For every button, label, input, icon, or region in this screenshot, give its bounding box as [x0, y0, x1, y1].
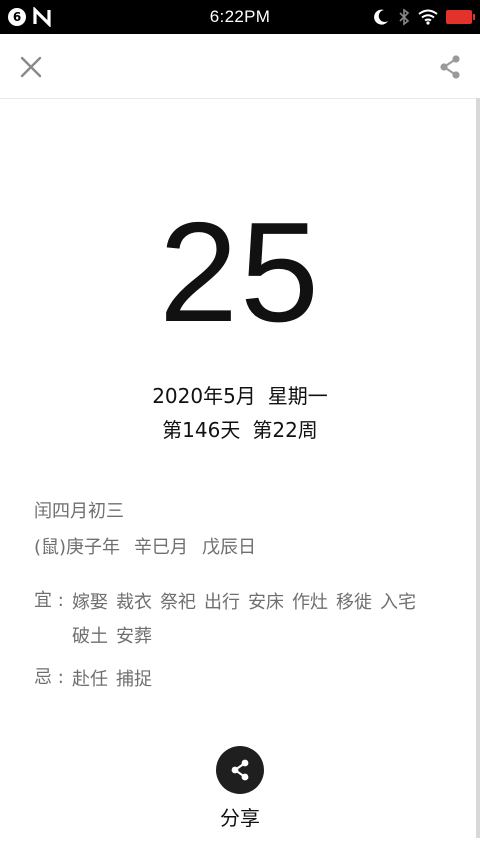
bluetooth-icon — [399, 8, 410, 26]
day-of-year: 第146天 — [162, 418, 241, 442]
ganzhi-line: (鼠)庚子年 辛巳月 戊辰日 — [34, 533, 256, 559]
inauspicious-item: 赴任 — [72, 669, 108, 690]
share-label[interactable]: 分享 — [0, 802, 480, 831]
auspicious-item: 嫁娶 — [72, 592, 108, 613]
share-icon — [231, 759, 249, 781]
auspicious-item: 祭祀 — [160, 592, 196, 613]
weekday: 星期一 — [267, 384, 328, 408]
status-right — [372, 8, 475, 26]
ganzhi-month: 辛巳月 — [134, 537, 189, 558]
ganzhi-day: 戊辰日 — [202, 537, 257, 558]
auspicious-item: 安床 — [248, 592, 284, 613]
share-button[interactable] — [216, 746, 264, 794]
date-line-primary: 2020年5月 星期一 — [0, 380, 480, 409]
auspicious-items: 嫁娶 裁衣 祭祀 出行 安床 作灶 移徙 入宅破土 安葬 — [72, 586, 452, 654]
date-line-secondary: 第146天 第22周 — [0, 414, 480, 443]
status-bar: 6 6:22PM — [0, 0, 480, 34]
close-icon[interactable] — [18, 54, 44, 80]
day-number: 25 — [159, 193, 321, 352]
inauspicious-items: 赴任 捕捉 — [72, 663, 452, 697]
auspicious-item: 移徙 — [336, 592, 372, 613]
auspicious-item: 安葬 — [116, 626, 152, 647]
inauspicious-item: 捕捉 — [116, 669, 152, 690]
week-of-year: 第22周 — [252, 418, 318, 442]
year-month: 2020年5月 — [152, 384, 256, 408]
ganzhi-year: (鼠)庚子年 — [34, 537, 121, 558]
battery-icon — [446, 10, 475, 24]
moon-icon — [374, 9, 388, 25]
share-icon[interactable] — [438, 54, 462, 80]
lunar-date: 闰四月初三 — [34, 501, 124, 522]
auspicious-item: 裁衣 — [116, 592, 152, 613]
auspicious-label: 宜 : — [34, 590, 64, 611]
auspicious-item: 出行 — [204, 592, 240, 613]
auspicious-item: 入宅 — [380, 592, 416, 613]
wifi-icon — [418, 9, 438, 25]
auspicious-item: 作灶 — [292, 592, 328, 613]
auspicious-item: 破土 — [72, 626, 108, 647]
inauspicious-label: 忌 : — [34, 667, 64, 688]
top-toolbar — [0, 34, 480, 99]
